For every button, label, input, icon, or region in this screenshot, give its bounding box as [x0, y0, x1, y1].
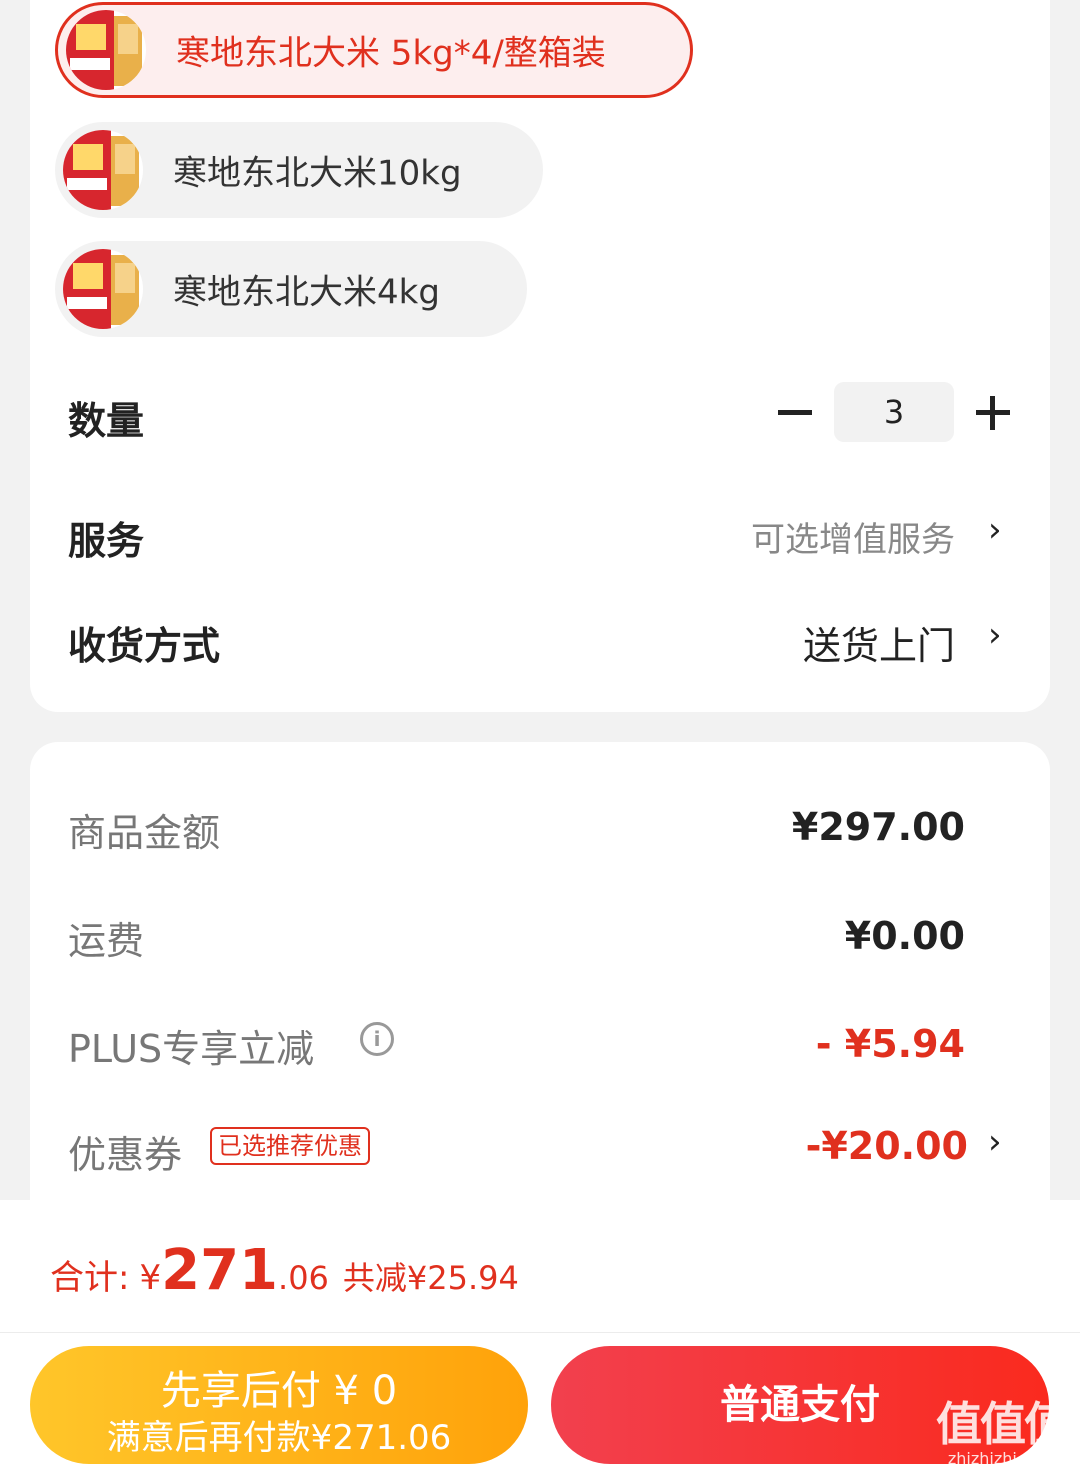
pay-later-subtitle: 满意后再付款¥271.06	[106, 1418, 452, 1458]
product-options-card	[30, 0, 1050, 712]
service-chevron-icon[interactable]: ›	[988, 510, 1002, 550]
coupon-label: 优惠券	[68, 1133, 183, 1177]
goods-amount-label: 商品金额	[68, 811, 221, 855]
coupon-chevron-icon[interactable]: ›	[988, 1122, 1002, 1162]
shipping-label: 运费	[68, 919, 145, 963]
quantity-decrease-button[interactable]	[778, 396, 812, 430]
coupon-badge: 已选推荐优惠	[210, 1127, 370, 1165]
goods-amount-value: ¥297.00	[791, 805, 965, 849]
delivery-chevron-icon[interactable]: ›	[988, 615, 1002, 655]
service-value[interactable]: 可选增值服务	[751, 512, 955, 561]
total-label: 合计:	[50, 1258, 130, 1298]
plus-discount-label: PLUS专享立减	[68, 1027, 315, 1071]
pay-later-button[interactable]: 先享后付 ¥ 0 满意后再付款¥271.06	[30, 1346, 528, 1464]
delivery-value[interactable]: 送货上门	[803, 615, 955, 670]
total-summary: 合计: ¥271.06 共减¥25.94	[50, 1238, 519, 1303]
spec-option-5kg-x4[interactable]: 寒地东北大米 5kg*4/整箱装	[55, 2, 693, 98]
shipping-value: ¥0.00	[844, 914, 965, 958]
spec-option-4kg[interactable]: 寒地东北大米4kg	[55, 241, 527, 337]
total-integer: 271	[161, 1238, 279, 1303]
pay-later-title: 先享后付 ¥ 0	[160, 1368, 398, 1414]
info-icon[interactable]: i	[360, 1022, 394, 1056]
product-thumbnail	[63, 249, 143, 329]
delivery-label: 收货方式	[68, 624, 221, 668]
product-thumbnail	[66, 10, 146, 90]
spec-option-10kg[interactable]: 寒地东北大米10kg	[55, 122, 543, 218]
watermark-logo: 值值值 zhizhizhi.com	[928, 1398, 1076, 1474]
product-thumbnail	[63, 130, 143, 210]
quantity-input[interactable]: 3	[834, 382, 954, 442]
total-currency: ¥	[139, 1258, 162, 1298]
quantity-increase-button[interactable]	[976, 396, 1010, 430]
watermark-url: zhizhizhi.com	[947, 1449, 1057, 1468]
spec-option-label: 寒地东北大米 5kg*4/整箱装	[176, 33, 606, 74]
spec-option-label: 寒地东北大米4kg	[173, 272, 440, 313]
watermark-text: 值值值	[936, 1397, 1070, 1451]
service-label: 服务	[68, 519, 145, 563]
coupon-value[interactable]: -¥20.00	[806, 1124, 968, 1168]
spec-option-label: 寒地东北大米10kg	[173, 153, 462, 194]
quantity-label: 数量	[68, 399, 145, 443]
divider	[0, 1332, 1080, 1333]
total-decimal: .06	[278, 1259, 329, 1297]
plus-discount-value: - ¥5.94	[815, 1022, 965, 1066]
total-savings: 共减¥25.94	[342, 1259, 519, 1297]
